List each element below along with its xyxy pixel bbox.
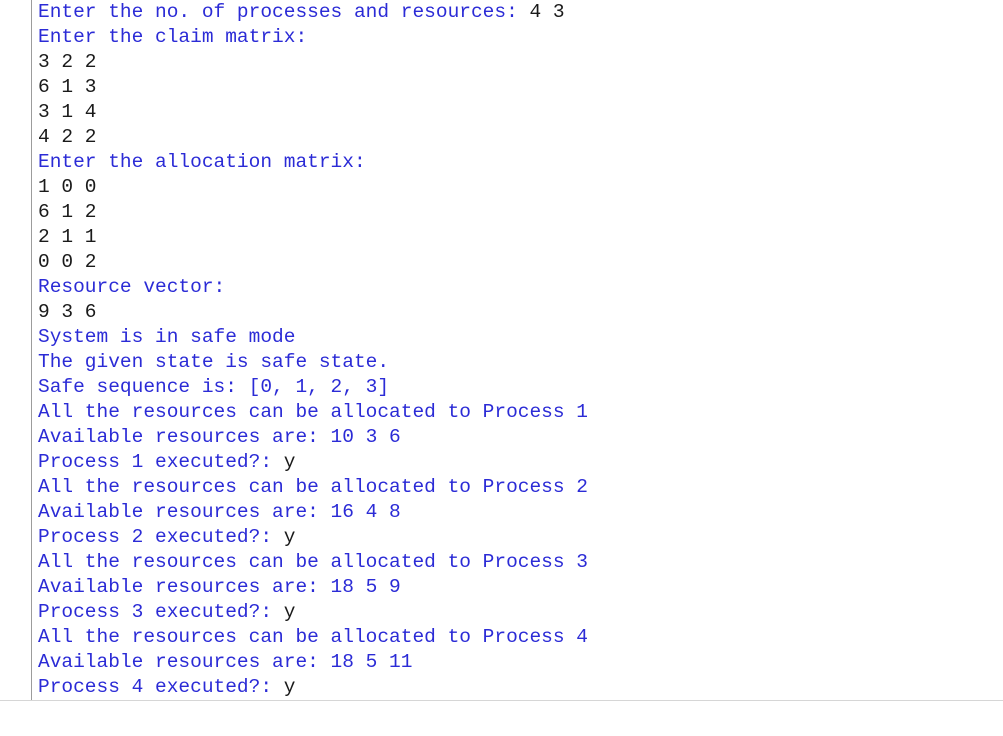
console-prompt-text: Available resources are: 16 4 8 xyxy=(38,501,401,523)
console-line: Process 3 executed?: y xyxy=(38,600,1003,625)
console-prompt-text: Available resources are: 10 3 6 xyxy=(38,426,401,448)
console-line: All the resources can be allocated to Pr… xyxy=(38,625,1003,650)
console-prompt-text: Process 4 executed?: xyxy=(38,676,284,698)
console-prompt-text: Enter the no. of processes and resources… xyxy=(38,1,530,23)
console-line: 6 1 3 xyxy=(38,75,1003,100)
console-user-input: 1 0 0 xyxy=(38,176,97,198)
console-prompt-text: The given state is safe state. xyxy=(38,351,390,373)
console-line: Enter the no. of processes and resources… xyxy=(38,0,1003,25)
console-prompt-text: Process 2 executed?: xyxy=(38,526,284,548)
console-line: 3 1 4 xyxy=(38,100,1003,125)
console-line: Safe sequence is: [0, 1, 2, 3] xyxy=(38,375,1003,400)
console-prompt-text: All the resources can be allocated to Pr… xyxy=(38,551,588,573)
console-prompt-text: All the resources can be allocated to Pr… xyxy=(38,401,588,423)
console-line: Process 1 executed?: y xyxy=(38,450,1003,475)
console-prompt-text: All the resources can be allocated to Pr… xyxy=(38,476,588,498)
console-user-input: 6 1 3 xyxy=(38,76,97,98)
console-user-input: 3 2 2 xyxy=(38,51,97,73)
console-output[interactable]: Enter the no. of processes and resources… xyxy=(38,0,1003,700)
console-user-input: 3 1 4 xyxy=(38,101,97,123)
console-prompt-text: Enter the claim matrix: xyxy=(38,26,308,48)
console-line: 3 2 2 xyxy=(38,50,1003,75)
console-line: 9 3 6 xyxy=(38,300,1003,325)
console-prompt-text: All the resources can be allocated to Pr… xyxy=(38,626,588,648)
console-line: 2 1 1 xyxy=(38,225,1003,250)
console-line: Enter the claim matrix: xyxy=(38,25,1003,50)
console-line: System is in safe mode xyxy=(38,325,1003,350)
console-user-input: 2 1 1 xyxy=(38,226,97,248)
console-line: Process 2 executed?: y xyxy=(38,525,1003,550)
console-line: All the resources can be allocated to Pr… xyxy=(38,400,1003,425)
console-line: All the resources can be allocated to Pr… xyxy=(38,550,1003,575)
console-line: Available resources are: 18 5 9 xyxy=(38,575,1003,600)
console-line: Process 4 executed?: y xyxy=(38,675,1003,700)
console-user-input: 4 3 xyxy=(529,1,565,23)
console-line: Available resources are: 16 4 8 xyxy=(38,500,1003,525)
console-window: Enter the no. of processes and resources… xyxy=(0,0,1003,701)
console-line: All the resources can be allocated to Pr… xyxy=(38,475,1003,500)
console-line: The given state is safe state. xyxy=(38,350,1003,375)
console-gutter xyxy=(31,0,32,700)
console-user-input: y xyxy=(283,526,296,548)
console-line: 1 0 0 xyxy=(38,175,1003,200)
console-prompt-text: Process 1 executed?: xyxy=(38,451,284,473)
console-user-input: y xyxy=(283,676,296,698)
console-line: Resource vector: xyxy=(38,275,1003,300)
console-prompt-text: Resource vector: xyxy=(38,276,226,298)
console-user-input: 6 1 2 xyxy=(38,201,97,223)
console-prompt-text: System is in safe mode xyxy=(38,326,296,348)
console-prompt-text: Enter the allocation matrix: xyxy=(38,151,366,173)
console-line: Enter the allocation matrix: xyxy=(38,150,1003,175)
console-user-input: 9 3 6 xyxy=(38,301,97,323)
console-prompt-text: Process 3 executed?: xyxy=(38,601,284,623)
console-user-input: y xyxy=(283,451,296,473)
console-line: 4 2 2 xyxy=(38,125,1003,150)
console-prompt-text: Available resources are: 18 5 11 xyxy=(38,651,413,673)
console-line: Available resources are: 18 5 11 xyxy=(38,650,1003,675)
console-line: 6 1 2 xyxy=(38,200,1003,225)
console-user-input: y xyxy=(283,601,296,623)
console-prompt-text: Available resources are: 18 5 9 xyxy=(38,576,401,598)
console-line: 0 0 2 xyxy=(38,250,1003,275)
console-line: Available resources are: 10 3 6 xyxy=(38,425,1003,450)
console-prompt-text: Safe sequence is: [0, 1, 2, 3] xyxy=(38,376,390,398)
console-user-input: 4 2 2 xyxy=(38,126,97,148)
console-user-input: 0 0 2 xyxy=(38,251,97,273)
